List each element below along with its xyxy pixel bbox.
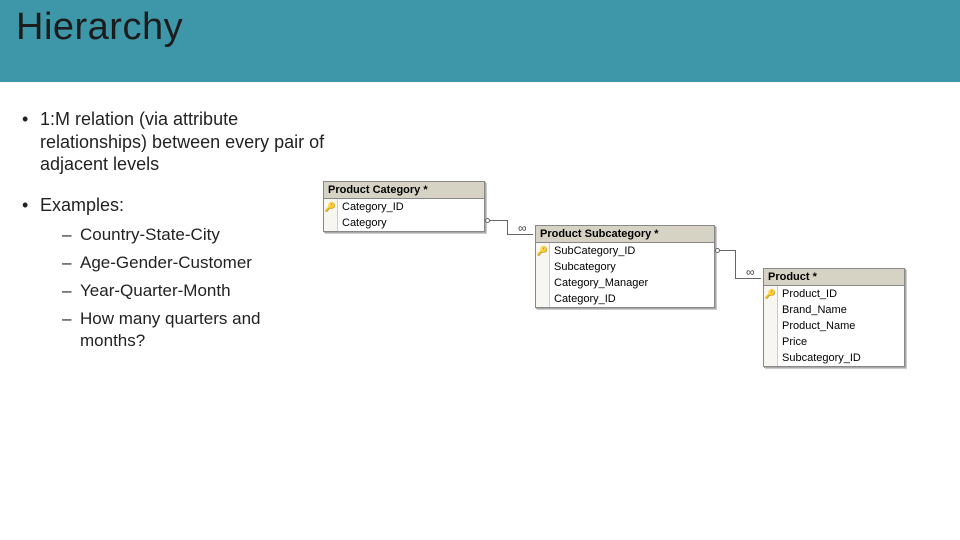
column-label: Category_ID [550, 293, 622, 305]
bullet-item: Examples: Country-State-City Age-Gender-… [18, 194, 328, 353]
content-text: 1:M relation (via attribute relationship… [18, 108, 328, 370]
page-title: Hierarchy [16, 6, 944, 49]
blank-icon [536, 275, 550, 291]
cardinality-icon: ∞ [746, 265, 755, 279]
column-label: Product_ID [778, 288, 843, 300]
column-label: Price [778, 336, 813, 348]
example-item: Age-Gender-Customer [40, 252, 328, 274]
column-label: Subcategory_ID [778, 352, 867, 364]
entity-row: Subcategory [536, 259, 714, 275]
blank-icon [536, 259, 550, 275]
entity-row: Price [764, 334, 904, 350]
entity-row: Category_Manager [536, 275, 714, 291]
bullet-label: Examples: [40, 195, 124, 215]
entity-product-category: Product Category * 🔑 Category_ID Categor… [323, 181, 485, 232]
entity-row: Subcategory_ID [764, 350, 904, 366]
blank-icon [764, 302, 778, 318]
connector-line [735, 250, 736, 278]
column-label: Subcategory [550, 261, 622, 273]
column-label: SubCategory_ID [550, 245, 641, 257]
connector-endcap [485, 218, 490, 223]
blank-icon [764, 350, 778, 366]
entity-row: 🔑 Category_ID [324, 199, 484, 215]
blank-icon [764, 334, 778, 350]
cardinality-icon: ∞ [518, 221, 527, 235]
entity-row: Category_ID [536, 291, 714, 307]
blank-icon [764, 318, 778, 334]
column-label: Category_Manager [550, 277, 654, 289]
connector-line [487, 220, 507, 221]
entity-product: Product * 🔑 Product_ID Brand_Name Produc… [763, 268, 905, 367]
entity-row: 🔑 SubCategory_ID [536, 243, 714, 259]
key-icon: 🔑 [324, 199, 338, 215]
column-label: Category [338, 217, 393, 229]
example-item: Year-Quarter-Month [40, 280, 328, 302]
column-label: Product_Name [778, 320, 861, 332]
example-item: How many quarters and months? [40, 308, 328, 352]
blank-icon [324, 215, 338, 231]
connector-line [507, 220, 508, 234]
bullet-item: 1:M relation (via attribute relationship… [18, 108, 328, 176]
blank-icon [536, 291, 550, 307]
example-item: Country-State-City [40, 224, 328, 246]
key-icon: 🔑 [764, 286, 778, 302]
title-bar: Hierarchy [0, 0, 960, 82]
entity-row: 🔑 Product_ID [764, 286, 904, 302]
entity-row: Brand_Name [764, 302, 904, 318]
entity-title: Product * [764, 269, 904, 286]
connector-endcap [715, 248, 720, 253]
entity-row: Product_Name [764, 318, 904, 334]
entity-title: Product Subcategory * [536, 226, 714, 243]
entity-title: Product Category * [324, 182, 484, 199]
entity-product-subcategory: Product Subcategory * 🔑 SubCategory_ID S… [535, 225, 715, 308]
column-label: Category_ID [338, 201, 410, 213]
column-label: Brand_Name [778, 304, 853, 316]
entity-row: Category [324, 215, 484, 231]
key-icon: 🔑 [536, 243, 550, 259]
